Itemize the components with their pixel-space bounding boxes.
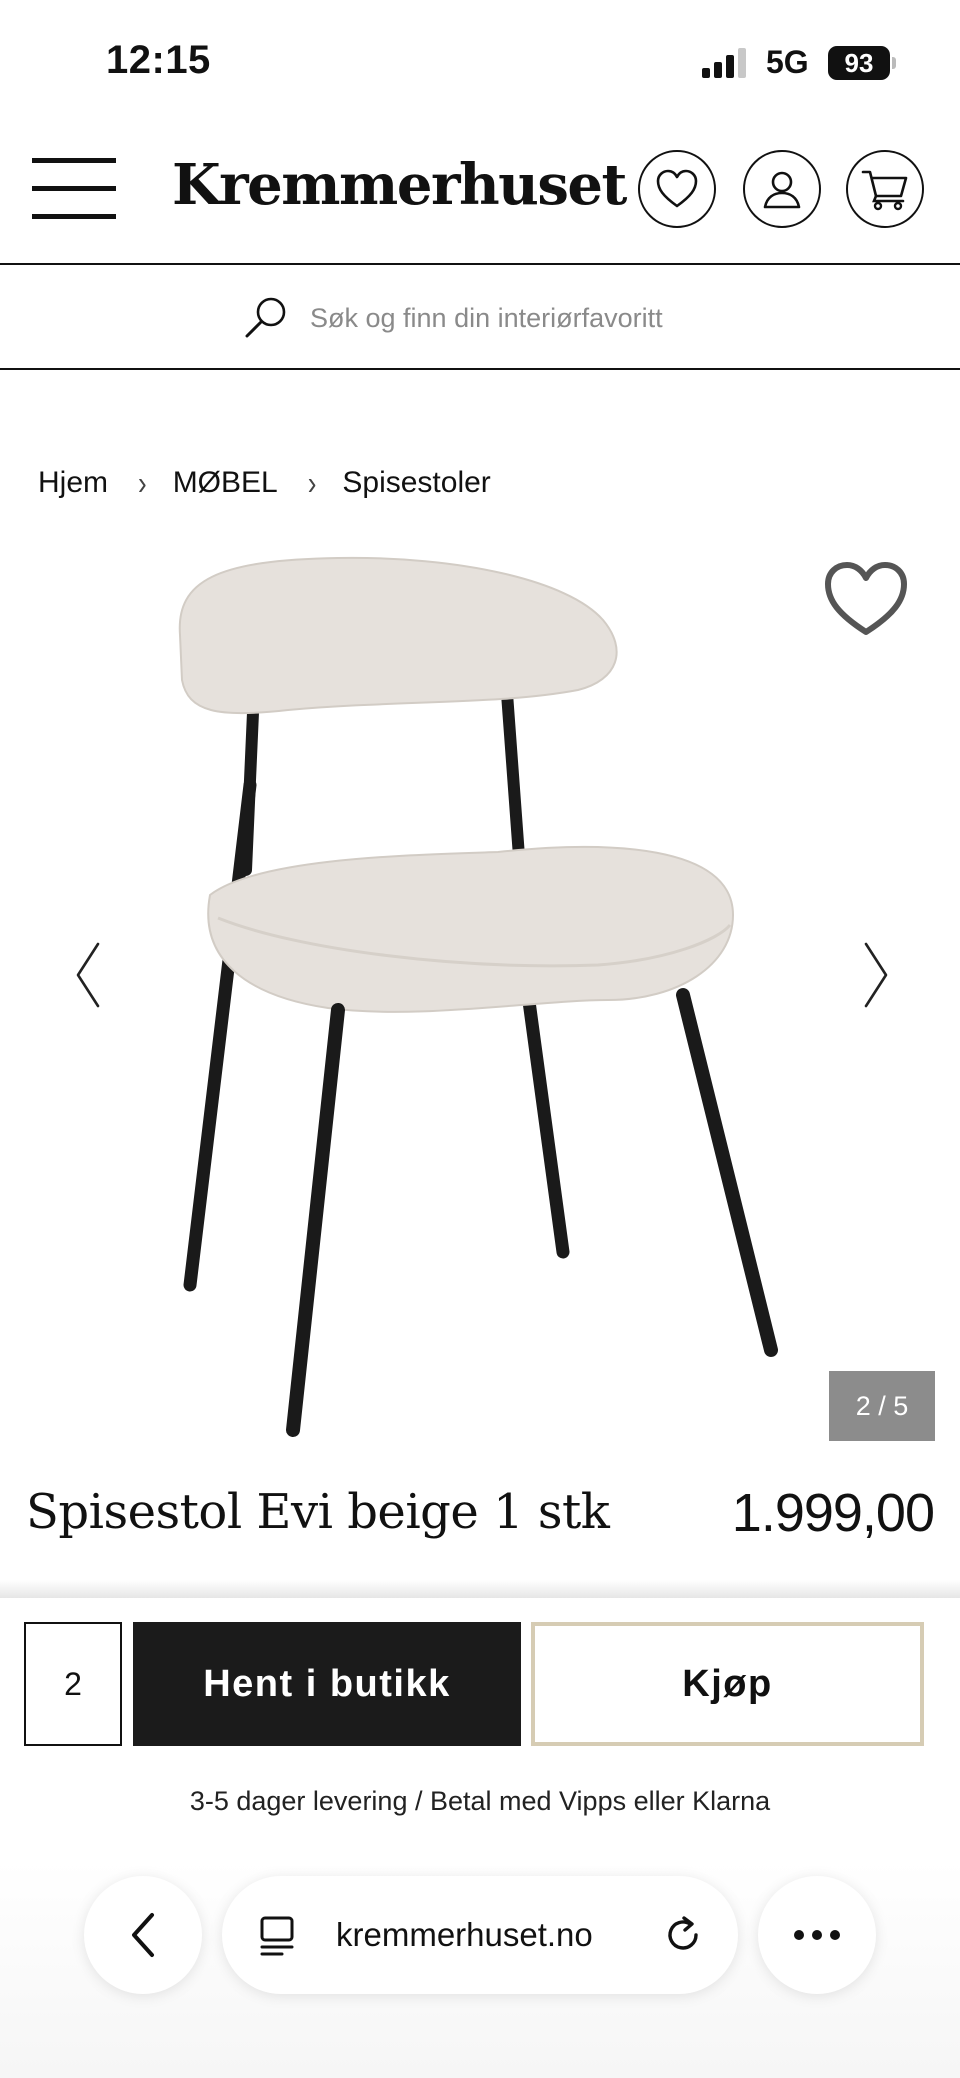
chevron-right-icon: › xyxy=(307,462,317,502)
favorite-button[interactable] xyxy=(822,560,910,640)
battery-tip xyxy=(892,57,896,69)
cart-button[interactable] xyxy=(846,150,924,228)
site-logo[interactable]: Kremmerhuset xyxy=(172,152,627,218)
chair-image xyxy=(178,556,778,1437)
browser-toolbar: kremmerhuset.no xyxy=(0,1860,960,2078)
search-bar xyxy=(0,266,960,370)
purchase-bar: 2 Hent i butikk Kjøp xyxy=(0,1598,960,1798)
browser-back-button[interactable] xyxy=(84,1876,202,1994)
chevron-right-icon[interactable] xyxy=(862,940,892,1010)
chevron-right-icon: › xyxy=(138,462,147,502)
quantity-input[interactable]: 2 xyxy=(24,1622,122,1746)
network-type: 5G xyxy=(766,44,809,80)
search-input[interactable] xyxy=(310,296,870,340)
status-bar: 12:15 5G 93 xyxy=(0,0,960,120)
user-icon xyxy=(763,171,801,209)
buy-button[interactable]: Kjøp xyxy=(531,1622,924,1746)
heart-icon xyxy=(656,169,698,208)
product-price: 1.999,00 xyxy=(731,1483,935,1543)
more-icon xyxy=(794,1930,804,1940)
product-title: Spisestol Evi beige 1 stk xyxy=(26,1484,610,1540)
heart-icon xyxy=(825,562,907,635)
breadcrumb: Hjem › MØBEL › Spisestoler xyxy=(38,462,491,502)
account-button[interactable] xyxy=(743,150,821,228)
breadcrumb-item-home[interactable]: Hjem xyxy=(38,466,108,500)
pickup-in-store-button[interactable]: Hent i butikk xyxy=(133,1622,521,1746)
chevron-left-icon[interactable] xyxy=(72,940,102,1010)
chevron-left-icon xyxy=(132,1913,154,1957)
status-time: 12:15 xyxy=(106,38,211,82)
product-gallery: 2 / 5 xyxy=(0,520,960,1450)
search-icon[interactable] xyxy=(242,294,290,342)
signal-icon xyxy=(702,48,750,78)
more-options-button[interactable] xyxy=(758,1876,876,1994)
image-counter: 2 / 5 xyxy=(829,1371,935,1441)
breadcrumb-item-spisestoler[interactable]: Spisestoler xyxy=(342,466,490,500)
address-bar[interactable]: kremmerhuset.no xyxy=(222,1876,738,1994)
product-image[interactable] xyxy=(158,540,928,1450)
breadcrumb-item-mobel[interactable]: MØBEL xyxy=(173,466,278,500)
battery-icon: 93 xyxy=(828,46,890,80)
menu-icon[interactable] xyxy=(32,156,116,222)
url-text: kremmerhuset.no xyxy=(336,1916,593,1953)
cart-icon xyxy=(861,170,908,211)
page-menu-icon[interactable] xyxy=(258,1914,298,1958)
reload-icon[interactable] xyxy=(662,1914,704,1956)
divider xyxy=(0,1580,960,1598)
site-header: Kremmerhuset xyxy=(0,120,960,265)
wishlist-button[interactable] xyxy=(638,150,716,228)
delivery-info: 3-5 dager levering / Betal med Vipps ell… xyxy=(189,1786,771,1816)
